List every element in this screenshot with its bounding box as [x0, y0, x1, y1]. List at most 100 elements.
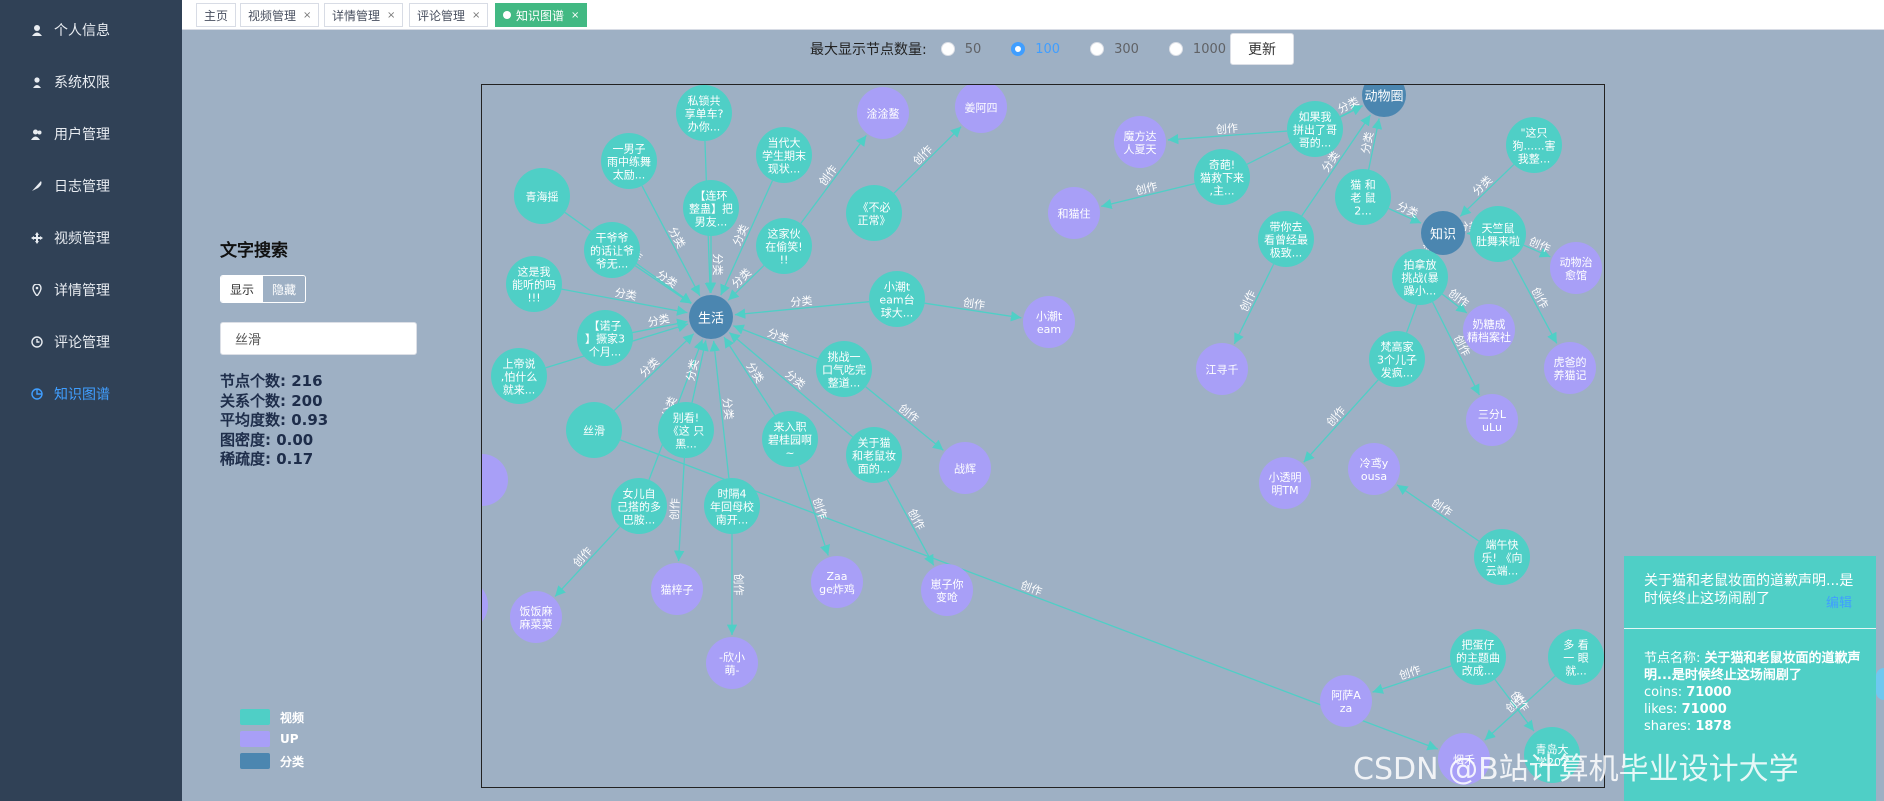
search-input[interactable]: [220, 322, 417, 355]
graph-node-video[interactable]: 【诺子】撅家3个月...: [577, 310, 633, 366]
graph-node-video[interactable]: 把蛋仔的主题曲改成...: [1450, 629, 1506, 685]
update-button[interactable]: 更新: [1230, 33, 1295, 65]
node-label: Zaa: [826, 570, 847, 583]
legend-item-video[interactable]: 视频: [240, 706, 304, 728]
graph-node-video[interactable]: 奇葩!猫救下来,主...: [1194, 149, 1250, 205]
graph-node[interactable]: [482, 454, 508, 506]
node-label: 麻菜菜: [520, 617, 553, 631]
graph-edge[interactable]: [893, 126, 962, 194]
graph-node-up[interactable]: -欣小萌-: [706, 637, 758, 689]
tab-home[interactable]: 主页: [196, 3, 237, 27]
tab-knowledge-graph[interactable]: 知识图谱 ×: [495, 3, 588, 27]
tooltip-handle[interactable]: [1876, 668, 1884, 700]
graph-node-video[interactable]: 这家伙在偷笑!!!: [756, 218, 812, 274]
tab-label: 详情管理: [332, 8, 381, 23]
graph-node-video[interactable]: 丝滑: [566, 402, 622, 458]
graph-node-video[interactable]: 当代大学生期末现状...: [756, 127, 812, 183]
graph-node-up[interactable]: 姜阿四: [955, 85, 1007, 133]
graph-node-category[interactable]: 生活: [689, 295, 733, 339]
radio-50[interactable]: 50: [940, 42, 981, 57]
show-button[interactable]: 显示: [221, 276, 264, 302]
graph-node-video[interactable]: 挑战一口气吃完整道...: [816, 341, 872, 397]
graph-node-video[interactable]: 梵高家3个儿子发疯...: [1369, 331, 1425, 387]
sidebar-item-permissions[interactable]: 系统权限: [0, 56, 182, 108]
graph-node-video[interactable]: 猫 和老 鼠2...: [1335, 169, 1391, 225]
sidebar-item-logs[interactable]: 日志管理: [0, 160, 182, 212]
graph-node-up[interactable]: 和猫住: [1048, 187, 1100, 239]
radio-circle-icon: [1168, 42, 1183, 56]
graph-node-video[interactable]: 女儿自己搭的多巴胺...: [611, 478, 667, 534]
graph-node-video[interactable]: 多 看一 眼就...: [1548, 629, 1604, 685]
tab-comment-management[interactable]: 评论管理 ×: [409, 3, 489, 27]
graph-node-video[interactable]: "这只狗......害我整...: [1506, 117, 1562, 173]
graph-node-video[interactable]: 如果我拼出了哥哥的...: [1287, 101, 1343, 157]
sidebar-item-profile[interactable]: 个人信息: [0, 4, 182, 56]
graph-node-up[interactable]: 冷鸢yousa: [1348, 443, 1400, 495]
graph-node-up[interactable]: 阿萨Aza: [1320, 675, 1372, 727]
graph-node-up[interactable]: 饭饭麻麻菜菜: [510, 591, 562, 643]
node-label: 年回母校: [710, 500, 754, 514]
graph-node-video[interactable]: 私锁共享单车?办你...: [676, 85, 732, 141]
sidebar-item-users[interactable]: 用户管理: [0, 108, 182, 160]
graph-node-up[interactable]: 战辉: [939, 442, 991, 494]
sidebar-item-comments[interactable]: 评论管理: [0, 316, 182, 368]
graph-node-video[interactable]: 时隔4年回母校南开...: [704, 478, 760, 534]
graph-node-video[interactable]: 青海摇: [514, 168, 570, 224]
graph-edge[interactable]: [1510, 258, 1558, 344]
radio-100[interactable]: 100: [1011, 42, 1060, 57]
graph-node-category[interactable]: 知识: [1421, 211, 1465, 255]
graph-node-video[interactable]: 干爷爷的话让爷爷无...: [584, 222, 640, 278]
close-icon[interactable]: ×: [571, 10, 579, 21]
graph-node-video[interactable]: 上帝说,怕什么就来...: [491, 348, 547, 404]
graph-node[interactable]: [482, 579, 488, 631]
sidebar-item-details[interactable]: 详情管理: [0, 264, 182, 316]
graph-edge[interactable]: [554, 526, 621, 597]
legend: 视频 UP 分类: [240, 706, 304, 772]
sidebar-item-knowledge-graph[interactable]: 知识图谱: [0, 368, 182, 420]
tab-video-management[interactable]: 视频管理 ×: [240, 3, 320, 27]
graph-edge[interactable]: [1396, 484, 1480, 542]
close-icon[interactable]: ×: [472, 10, 480, 21]
graph-node-up[interactable]: 淦淦鳌: [857, 87, 909, 139]
graph-node-video[interactable]: 端午快乐! 《向云端...: [1474, 529, 1530, 585]
radio-1000[interactable]: 1000: [1168, 42, 1226, 57]
graph-node-video[interactable]: 这是我能听的吗!!!: [506, 256, 562, 312]
graph-node-up[interactable]: 三分LuLu: [1466, 394, 1518, 446]
graph-node-video[interactable]: 带你去看曾经最极致...: [1258, 211, 1314, 267]
radio-300[interactable]: 300: [1090, 42, 1139, 57]
graph-node-video[interactable]: 拍拿放挑战(暴躁小...: [1392, 249, 1448, 305]
graph-node-video[interactable]: 关于猫和老鼠妆面的...: [846, 427, 902, 483]
graph-node-category[interactable]: 动物圈: [1362, 85, 1406, 117]
close-icon[interactable]: ×: [303, 10, 311, 21]
graph-node-up[interactable]: 小透明明TM: [1259, 457, 1311, 509]
legend-item-up[interactable]: UP: [240, 728, 304, 750]
graph-svg[interactable]: 分类分类分类分类分类分类分类分类分类分类分类分类分类分类分类分类分类创作创作创作…: [482, 85, 1605, 788]
graph-node-video[interactable]: 来入职碧桂园啊~: [762, 411, 818, 467]
graph-node-up[interactable]: 猫梓子: [651, 563, 703, 615]
sidebar-item-videos[interactable]: 视频管理: [0, 212, 182, 264]
graph-node-up[interactable]: 虎爸的养猫记: [1544, 342, 1596, 394]
close-icon[interactable]: ×: [387, 10, 395, 21]
graph-node-up[interactable]: 魔方达人夏天: [1114, 116, 1166, 168]
graph-node-up[interactable]: 崽子你变呛: [921, 564, 973, 616]
knowledge-graph-canvas[interactable]: 分类分类分类分类分类分类分类分类分类分类分类分类分类分类分类分类分类创作创作创作…: [481, 84, 1605, 788]
node-label: 魔方达: [1124, 129, 1157, 143]
graph-node-video[interactable]: 一男子雨中练舞太励...: [601, 133, 657, 189]
edit-link[interactable]: 编辑: [1826, 592, 1852, 611]
graph-node-video[interactable]: 小潮team台球大...: [869, 271, 925, 327]
shares-label: shares:: [1644, 719, 1692, 734]
graph-node-video[interactable]: 《不必正常》: [846, 185, 902, 241]
graph-node-up[interactable]: Zaage炸鸡: [811, 556, 863, 608]
graph-node-up[interactable]: 动物治愈馆: [1550, 242, 1602, 294]
graph-node-up[interactable]: 奶糖成精档案社: [1463, 304, 1515, 356]
legend-item-category[interactable]: 分类: [240, 750, 304, 772]
graph-node-video[interactable]: 天竺鼠肚舞来啦: [1470, 206, 1526, 262]
graph-node-up[interactable]: 江寻千: [1196, 343, 1248, 395]
graph-node-video[interactable]: 别看!《这 只黑...: [658, 402, 714, 458]
graph-node-video[interactable]: 【连环整蛊】把男友...: [683, 180, 739, 236]
graph-node-up[interactable]: 小潮team: [1023, 296, 1075, 348]
node-label: 三分L: [1478, 408, 1507, 421]
hide-button[interactable]: 隐藏: [263, 276, 306, 302]
graph-edge[interactable]: [886, 479, 935, 566]
tab-detail-management[interactable]: 详情管理 ×: [324, 3, 404, 27]
